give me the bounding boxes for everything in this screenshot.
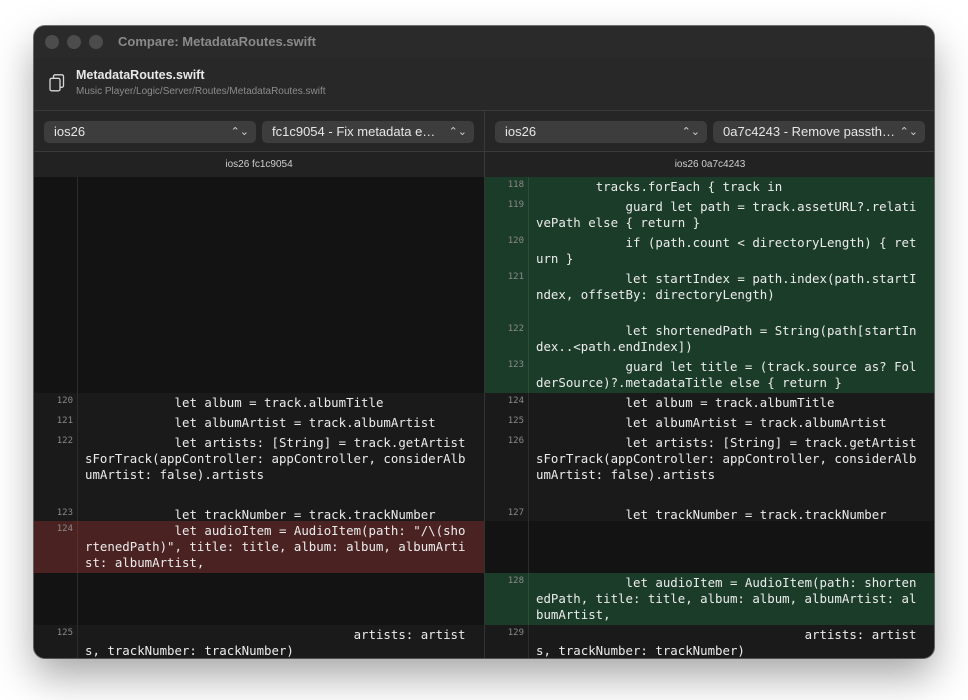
right-branch-value: ios26 <box>505 124 537 139</box>
right-diff-line-added[interactable]: 120 if (path.count < directoryLength) { … <box>485 233 934 269</box>
right-commit-select[interactable]: 0a7c4243 - Remove passth… ⌃⌄ <box>713 121 925 143</box>
code-text: let albumArtist = track.albumArtist <box>85 415 436 430</box>
code-text: let album = track.albumTitle <box>536 395 835 410</box>
code-text: let album = track.albumTitle <box>85 395 384 410</box>
code-text: tracks.forEach { track in <box>536 179 783 194</box>
line-number: 128 <box>485 573 529 625</box>
line-number: 121 <box>34 413 78 433</box>
left-branch-value: ios26 <box>54 124 86 139</box>
left-diff-line-context[interactable]: 122 let artists: [String] = track.getArt… <box>34 433 484 505</box>
code-text: artists: artists, trackNumber: trackNumb… <box>85 627 466 658</box>
chevron-updown-icon: ⌃⌄ <box>899 126 918 138</box>
revision-pickers: ios26 ⌃⌄ fc1c9054 - Fix metadata e… ⌃⌄ i… <box>34 111 934 152</box>
code-text: let artists: [String] = track.getArtists… <box>536 435 917 482</box>
file-header: MetadataRoutes.swift Music Player/Logic/… <box>34 58 934 111</box>
code-text: let startIndex = path.index(path.startIn… <box>536 271 917 302</box>
right-diff-line-added[interactable]: 128 let audioItem = AudioItem(path: shor… <box>485 573 934 625</box>
zoom-window-button[interactable] <box>89 35 103 49</box>
right-branch-select[interactable]: ios26 ⌃⌄ <box>495 121 707 143</box>
right-diff-line-added[interactable]: 119 guard let path = track.assetURL?.rel… <box>485 197 934 233</box>
line-number: 129 <box>485 625 529 658</box>
file-path: Music Player/Logic/Server/Routes/Metadat… <box>76 86 326 97</box>
right-diff-line-added[interactable]: 122 let shortenedPath = String(path[star… <box>485 321 934 357</box>
file-copies-icon <box>49 74 65 92</box>
right-diff-line-spacer[interactable] <box>485 521 934 573</box>
chevron-updown-icon: ⌃⌄ <box>681 126 700 138</box>
line-number: 126 <box>485 433 529 505</box>
code-text: let audioItem = AudioItem(path: shortene… <box>536 575 917 622</box>
right-diff-line-context[interactable]: 125 let albumArtist = track.albumArtist <box>485 413 934 433</box>
line-number: 118 <box>485 177 529 197</box>
line-number: 120 <box>34 393 78 413</box>
right-commit-value: 0a7c4243 - Remove passth… <box>723 124 895 139</box>
line-number: 120 <box>485 233 529 269</box>
close-window-button[interactable] <box>45 35 59 49</box>
file-name: MetadataRoutes.swift <box>76 68 205 82</box>
code-text: let albumArtist = track.albumArtist <box>536 415 887 430</box>
right-diff-line-added[interactable]: 121 let startIndex = path.index(path.sta… <box>485 269 934 321</box>
right-column-label: ios26 0a7c4243 <box>674 159 746 170</box>
line-number: 122 <box>34 433 78 505</box>
left-diff-line-spacer[interactable] <box>34 573 484 625</box>
left-column-label: ios26 fc1c9054 <box>225 159 293 170</box>
chevron-updown-icon: ⌃⌄ <box>448 126 467 138</box>
minimize-window-button[interactable] <box>67 35 81 49</box>
left-diff-line-removed[interactable]: 124 let audioItem = AudioItem(path: "/\(… <box>34 521 484 573</box>
title-bar: Compare: MetadataRoutes.swift <box>34 26 934 58</box>
right-diff-line-added[interactable]: 123 guard let title = (track.source as? … <box>485 357 934 393</box>
code-text: let audioItem = AudioItem(path: "/\(shor… <box>85 523 466 570</box>
left-diff-pane[interactable]: 120 let album = track.albumTitle 121 let … <box>34 177 484 658</box>
right-diff-line-added[interactable]: 118 tracks.forEach { track in <box>485 177 934 197</box>
right-diff-line-context[interactable]: 127 let trackNumber = track.trackNumber <box>485 505 934 522</box>
left-diff-line-spacer[interactable] <box>34 177 484 393</box>
pane-divider <box>484 111 485 151</box>
line-number: 124 <box>485 393 529 413</box>
left-diff-line-context[interactable]: 125 artists: artists, trackNumber: track… <box>34 625 484 658</box>
code-text: let artists: [String] = track.getArtists… <box>85 435 466 482</box>
line-number <box>34 573 78 625</box>
code-text: artists: artists, trackNumber: trackNumb… <box>536 627 917 658</box>
left-branch-select[interactable]: ios26 ⌃⌄ <box>44 121 256 143</box>
right-diff-line-context[interactable]: 124 let album = track.albumTitle <box>485 393 934 413</box>
code-text: let shortenedPath = String(path[startInd… <box>536 323 917 354</box>
left-diff-line-context[interactable]: 120 let album = track.albumTitle <box>34 393 484 413</box>
window-title: Compare: MetadataRoutes.swift <box>118 34 316 49</box>
line-number: 127 <box>485 505 529 521</box>
right-diff-line-context[interactable]: 129 artists: artists, trackNumber: track… <box>485 625 934 658</box>
line-number: 123 <box>485 357 529 393</box>
left-diff-line-context[interactable]: 123 let trackNumber = track.trackNumber <box>34 505 484 522</box>
compare-window: Compare: MetadataRoutes.swift MetadataRo… <box>34 26 934 658</box>
column-headers: ios26 fc1c9054 ios26 0a7c4243 <box>34 152 934 179</box>
right-diff-pane[interactable]: 118 tracks.forEach { track in 119 guard l… <box>485 177 934 658</box>
line-number: 125 <box>485 413 529 433</box>
code-text: guard let title = (track.source as? Fold… <box>536 359 917 390</box>
chevron-updown-icon: ⌃⌄ <box>230 126 249 138</box>
line-number: 123 <box>34 505 78 521</box>
line-number: 121 <box>485 269 529 321</box>
left-commit-value: fc1c9054 - Fix metadata e… <box>272 124 436 139</box>
left-diff-line-context[interactable]: 121 let albumArtist = track.albumArtist <box>34 413 484 433</box>
code-text: guard let path = track.assetURL?.relativ… <box>536 199 917 230</box>
line-number: 124 <box>34 521 78 573</box>
line-number <box>34 177 78 393</box>
line-number: 125 <box>34 625 78 658</box>
line-number: 119 <box>485 197 529 233</box>
code-text: if (path.count < directoryLength) { retu… <box>536 235 917 266</box>
diff-view[interactable]: 120 let album = track.albumTitle 121 let … <box>34 177 934 658</box>
left-commit-select[interactable]: fc1c9054 - Fix metadata e… ⌃⌄ <box>262 121 474 143</box>
right-diff-line-context[interactable]: 126 let artists: [String] = track.getArt… <box>485 433 934 505</box>
line-number <box>485 521 529 573</box>
line-number: 122 <box>485 321 529 357</box>
